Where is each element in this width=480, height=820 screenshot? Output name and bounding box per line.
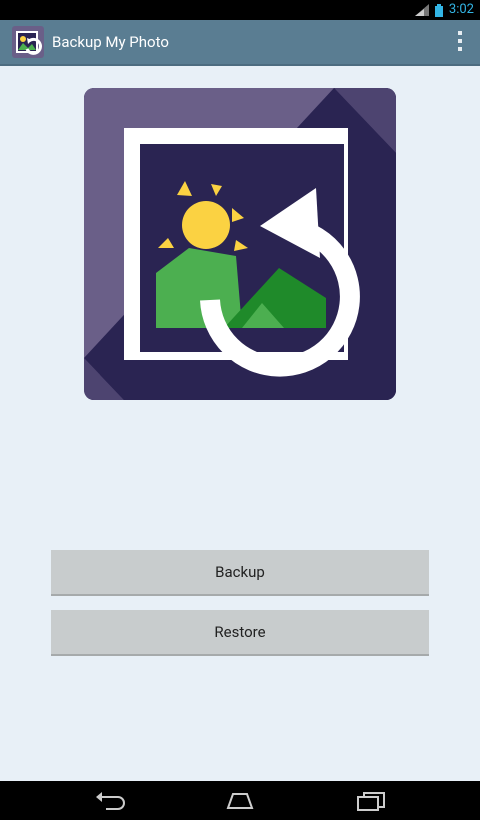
app-logo xyxy=(84,88,396,400)
app-icon[interactable] xyxy=(12,26,44,58)
overflow-menu-icon[interactable] xyxy=(456,31,464,53)
status-bar: 3:02 xyxy=(0,0,480,20)
signal-icon xyxy=(414,4,429,16)
back-icon[interactable] xyxy=(96,791,126,811)
restore-button[interactable]: Restore xyxy=(51,610,429,656)
navigation-bar xyxy=(0,781,480,820)
battery-icon xyxy=(434,3,443,17)
app-title: Backup My Photo xyxy=(52,33,169,51)
action-bar: Backup My Photo xyxy=(0,20,480,66)
backup-button[interactable]: Backup xyxy=(51,550,429,596)
home-icon[interactable] xyxy=(225,791,255,811)
recents-icon[interactable] xyxy=(356,791,386,811)
status-time: 3:02 xyxy=(448,2,474,17)
